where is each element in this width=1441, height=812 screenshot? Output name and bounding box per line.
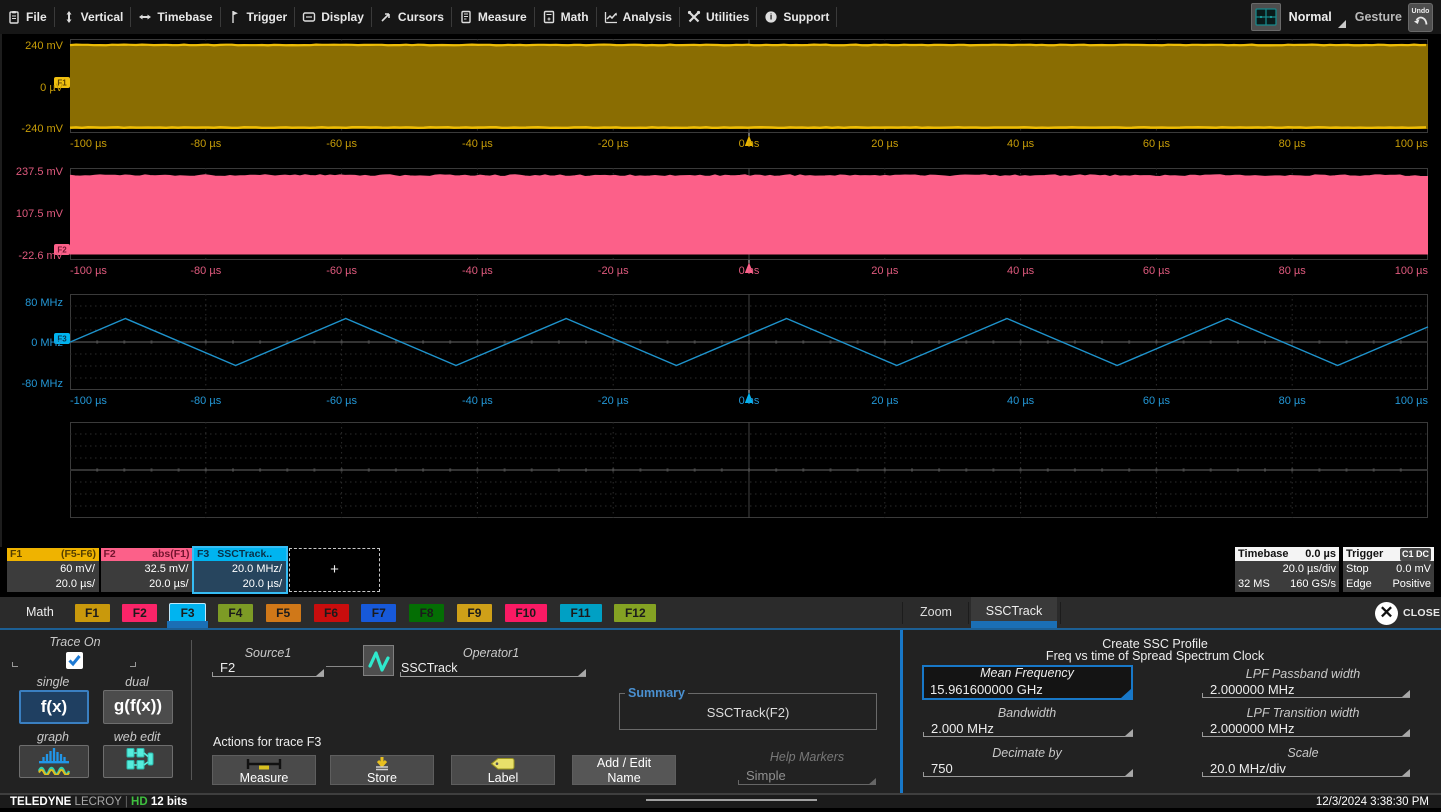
svg-text:i: i bbox=[770, 12, 772, 22]
